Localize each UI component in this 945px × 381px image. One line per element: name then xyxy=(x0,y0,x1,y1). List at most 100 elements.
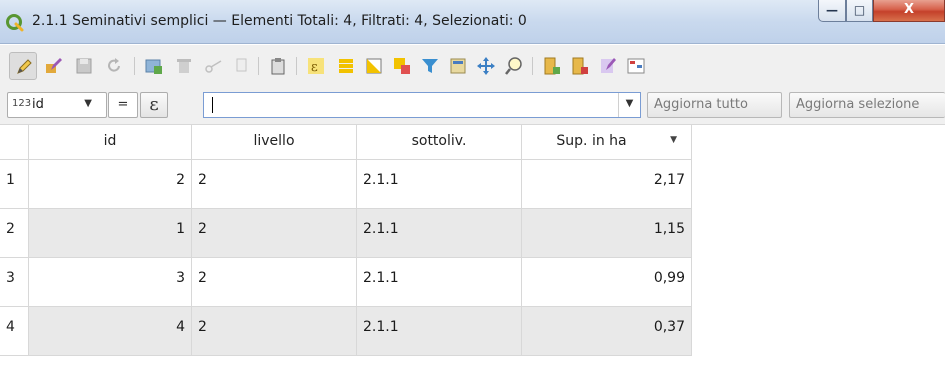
table-cell[interactable]: 3 xyxy=(29,258,192,307)
add-feature-button[interactable] xyxy=(140,52,168,80)
cell-value: 1,15 xyxy=(653,221,685,237)
zoom-to-selected-icon xyxy=(505,57,522,75)
copy-icon xyxy=(236,58,247,72)
table-cell[interactable]: 0,99 xyxy=(522,258,692,307)
table-cell[interactable]: 2.1.1 xyxy=(357,258,522,307)
row-number: 2 xyxy=(6,221,15,237)
cell-value: 2 xyxy=(198,270,207,286)
maximize-button[interactable]: □ xyxy=(846,0,873,22)
cell-value: 2 xyxy=(198,221,207,237)
maximize-icon: □ xyxy=(853,3,866,17)
toggle-editing-icon xyxy=(17,59,32,74)
update-selected-button[interactable]: Aggiorna selezione xyxy=(789,92,945,118)
row-number: 3 xyxy=(6,270,15,286)
pan-to-selected-button[interactable] xyxy=(472,52,500,80)
reload-button[interactable] xyxy=(100,52,128,80)
column-header-label: livello xyxy=(253,133,295,149)
table-cell[interactable]: 2,17 xyxy=(522,160,692,209)
paste-icon xyxy=(271,58,285,75)
column-header-id[interactable]: id xyxy=(29,125,192,160)
column-header-label: sottoliv. xyxy=(411,133,467,149)
invert-selection-icon xyxy=(366,58,382,74)
filter-selected-button[interactable] xyxy=(416,52,444,80)
select-by-expression-icon: ε xyxy=(308,58,324,75)
pan-to-selected-icon xyxy=(477,57,495,75)
zoom-to-selected-button[interactable] xyxy=(500,52,528,80)
cell-value: 2,17 xyxy=(653,172,685,188)
cell-value: 2 xyxy=(198,319,207,335)
cut-icon xyxy=(205,60,222,73)
minimize-button[interactable]: — xyxy=(818,0,846,22)
deselect-all-button[interactable] xyxy=(388,52,416,80)
minimize-icon: — xyxy=(826,3,838,17)
cell-value: 2.1.1 xyxy=(363,319,399,335)
table-cell[interactable]: 1,15 xyxy=(522,209,692,258)
field-calculator-button[interactable] xyxy=(594,52,622,80)
row-header[interactable]: 1 xyxy=(0,160,29,209)
save-edits-button[interactable] xyxy=(70,52,98,80)
close-icon: X xyxy=(903,2,915,17)
row-header[interactable]: 2 xyxy=(0,209,29,258)
corner-header[interactable] xyxy=(0,125,29,160)
row-header[interactable]: 3 xyxy=(0,258,29,307)
delete-field-button[interactable] xyxy=(566,52,594,80)
field-type-label: 123 xyxy=(12,98,32,109)
new-field-button[interactable] xyxy=(538,52,566,80)
cell-value: 2.1.1 xyxy=(363,221,399,237)
paste-button[interactable] xyxy=(264,52,292,80)
window-title: 2.1.1 Seminativi semplici — Elementi Tot… xyxy=(32,13,527,29)
add-feature-icon xyxy=(145,59,162,74)
column-header-label: id xyxy=(103,133,117,149)
column-header-sottoliv[interactable]: sottoliv. xyxy=(357,125,522,160)
table-cell[interactable]: 2.1.1 xyxy=(357,209,522,258)
expression-icon: ε xyxy=(149,94,159,115)
delete-features-button[interactable] xyxy=(170,52,198,80)
table-cell[interactable]: 2 xyxy=(192,160,357,209)
table-cell[interactable]: 4 xyxy=(29,307,192,356)
toolbar-separator xyxy=(134,57,135,75)
multi-edit-button[interactable] xyxy=(40,52,68,80)
column-header-sup[interactable]: Sup. in ha ▼ xyxy=(522,125,692,160)
save-edits-icon xyxy=(76,58,92,74)
table-cell[interactable]: 2.1.1 xyxy=(357,160,522,209)
cell-value: 2.1.1 xyxy=(363,270,399,286)
multi-edit-icon xyxy=(46,58,62,73)
table-cell[interactable]: 2 xyxy=(192,307,357,356)
column-header-livello[interactable]: livello xyxy=(192,125,357,160)
cell-value: 0,99 xyxy=(653,270,685,286)
table-cell[interactable]: 2 xyxy=(29,160,192,209)
select-all-icon xyxy=(339,59,353,73)
conditional-formatting-button[interactable] xyxy=(622,52,650,80)
toolbar-separator xyxy=(296,57,297,75)
table-cell[interactable]: 2 xyxy=(192,209,357,258)
cut-button[interactable] xyxy=(200,52,228,80)
operator-label: = xyxy=(117,97,129,112)
table-cell[interactable]: 2.1.1 xyxy=(357,307,522,356)
close-button[interactable]: X xyxy=(873,0,945,22)
update-selected-label: Aggiorna selezione xyxy=(796,97,920,112)
select-by-expression-button[interactable]: ε xyxy=(302,52,330,80)
value-dropdown-button[interactable]: ▼ xyxy=(618,93,640,117)
field-select[interactable]: 123 id ▼ xyxy=(7,92,107,118)
copy-button[interactable] xyxy=(228,52,256,80)
table-cell[interactable]: 2 xyxy=(192,258,357,307)
move-selection-top-button[interactable] xyxy=(444,52,472,80)
title-bar: 2.1.1 Seminativi semplici — Elementi Tot… xyxy=(0,0,945,44)
value-input[interactable]: ▼ xyxy=(203,92,641,118)
table-cell[interactable]: 1 xyxy=(29,209,192,258)
update-all-button[interactable]: Aggiorna tutto xyxy=(647,92,782,118)
invert-selection-button[interactable] xyxy=(360,52,388,80)
row-number: 4 xyxy=(6,319,15,335)
update-all-label: Aggiorna tutto xyxy=(654,97,748,112)
toolbar-separator xyxy=(532,57,533,75)
select-all-button[interactable] xyxy=(332,52,360,80)
attribute-table[interactable]: id livello sottoliv. Sup. in ha ▼ 1 2 2 2… xyxy=(0,124,945,381)
operator-select[interactable]: = xyxy=(108,92,138,118)
cell-value: 2.1.1 xyxy=(363,172,399,188)
expression-button[interactable]: ε xyxy=(140,92,168,118)
row-header[interactable]: 4 xyxy=(0,307,29,356)
table-cell[interactable]: 0,37 xyxy=(522,307,692,356)
attribute-toolbar: ε xyxy=(0,45,945,87)
filter-bar: 123 id ▼ = ε ▼ Aggiorna tutto Aggiorna s… xyxy=(0,87,945,124)
toggle-editing-button[interactable] xyxy=(9,52,37,80)
